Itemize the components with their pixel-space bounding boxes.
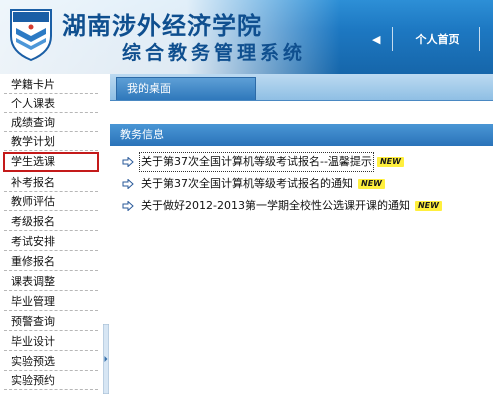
nav-divider <box>392 27 394 51</box>
notice-link[interactable]: 关于第37次全国计算机等级考试报名的通知 <box>141 176 353 192</box>
sidebar-splitter <box>103 74 110 413</box>
academic-info-panel: 教务信息 关于第37次全国计算机等级考试报名--温馨提示 NEW 关于第37次全… <box>110 124 493 413</box>
panel-title: 教务信息 <box>110 124 493 146</box>
sidebar-item-lab-preselect[interactable]: 实验预选 <box>4 353 98 371</box>
header: 湖南涉外经济学院 综合教务管理系统 ◀ 个人首页 <box>0 0 493 74</box>
nav-divider <box>479 27 481 51</box>
sidebar-menu: 学籍卡片 个人课表 成绩查询 教学计划 学生选课 补考报名 教师评估 考级报名 … <box>0 74 105 413</box>
sidebar-item-personal-timetable[interactable]: 个人课表 <box>4 95 98 113</box>
tab-bar: 我的桌面 <box>110 74 493 101</box>
sidebar-item-timetable-adjust[interactable]: 课表调整 <box>4 273 98 291</box>
new-badge: NEW <box>376 157 404 167</box>
list-item: 关于第37次全国计算机等级考试报名的通知 NEW <box>122 176 385 192</box>
sidebar-item-exam-schedule[interactable]: 考试安排 <box>4 233 98 251</box>
sidebar-item-teaching-plan[interactable]: 教学计划 <box>4 133 98 151</box>
sidebar-item-grade-query[interactable]: 成绩查询 <box>4 114 98 132</box>
arrow-right-icon <box>122 179 134 189</box>
tab-my-desktop[interactable]: 我的桌面 <box>116 77 256 100</box>
new-badge: NEW <box>414 201 442 211</box>
sidebar-item-course-selection[interactable]: 学生选课 <box>3 152 99 172</box>
list-item: 关于第37次全国计算机等级考试报名--温馨提示 NEW <box>122 152 404 172</box>
sidebar-item-student-card[interactable]: 学籍卡片 <box>4 76 98 94</box>
school-crest-icon <box>10 9 52 62</box>
nav-arrow-icon[interactable]: ◀ <box>372 33 380 46</box>
sidebar-item-retake-signup[interactable]: 重修报名 <box>4 253 98 271</box>
system-name: 综合教务管理系统 <box>122 42 307 64</box>
school-name: 湖南涉外经济学院 <box>62 11 262 40</box>
sidebar-item-makeup-exam[interactable]: 补考报名 <box>4 174 98 192</box>
sidebar-item-lab-booking[interactable]: 实验预约 <box>4 372 98 390</box>
sidebar-item-graduation-management[interactable]: 毕业管理 <box>4 293 98 311</box>
main-area: 我的桌面 教务信息 关于第37次全国计算机等级考试报名--温馨提示 NEW 关于… <box>110 74 493 413</box>
sidebar-item-graduation-design[interactable]: 毕业设计 <box>4 333 98 351</box>
home-link[interactable]: 个人首页 <box>415 31 459 47</box>
list-item: 关于做好2012-2013第一学期全校性公选课开课的通知 NEW <box>122 198 442 214</box>
collapse-handle[interactable] <box>103 324 109 394</box>
sidebar-item-teacher-evaluation[interactable]: 教师评估 <box>4 193 98 211</box>
new-badge: NEW <box>358 179 385 189</box>
notice-link[interactable]: 关于第37次全国计算机等级考试报名--温馨提示 <box>139 152 374 172</box>
header-nav: ◀ 个人首页 <box>372 24 481 54</box>
sidebar-item-grade-exam-signup[interactable]: 考级报名 <box>4 213 98 231</box>
arrow-right-icon <box>122 157 134 167</box>
arrow-right-icon <box>122 201 134 211</box>
sidebar-item-warning-query[interactable]: 预警查询 <box>4 313 98 331</box>
notice-link[interactable]: 关于做好2012-2013第一学期全校性公选课开课的通知 <box>141 198 410 214</box>
